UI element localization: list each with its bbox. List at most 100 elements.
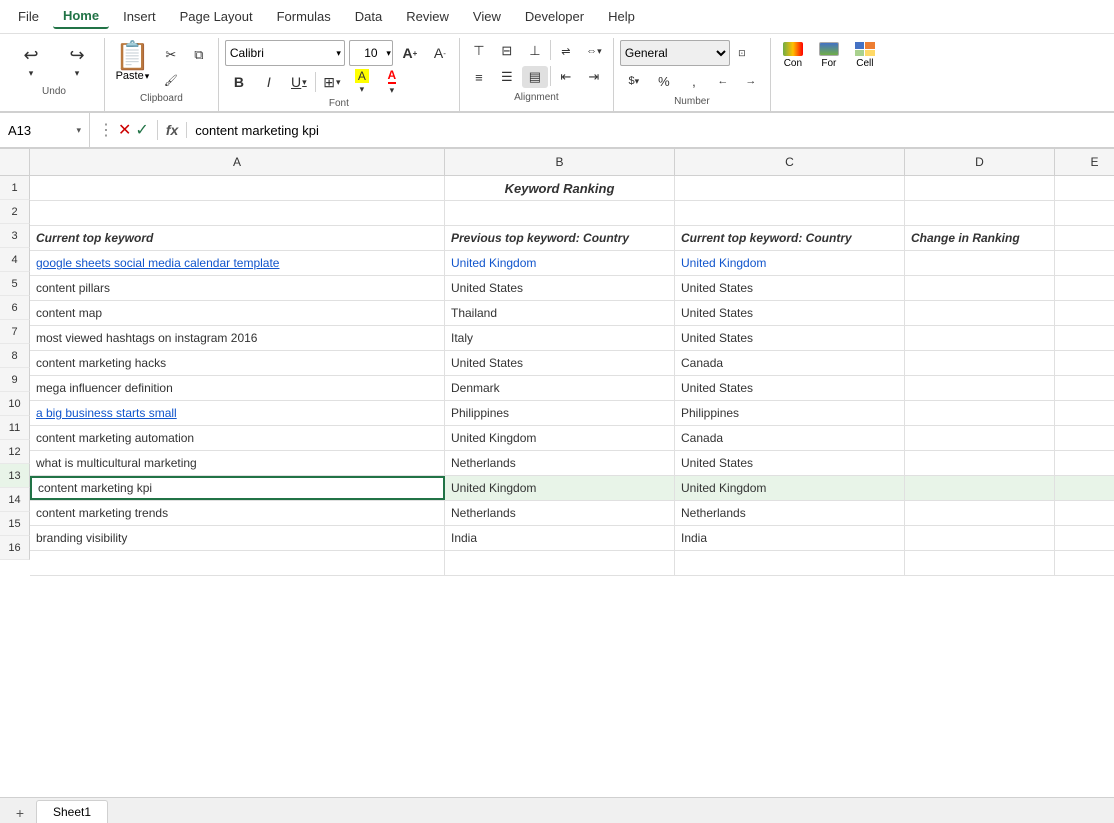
col-header-b[interactable]: B bbox=[445, 149, 675, 175]
align-middle-button[interactable]: ⊟ bbox=[494, 40, 520, 62]
row-header-9[interactable]: 9 bbox=[0, 368, 30, 392]
cell-b6[interactable]: Thailand bbox=[445, 301, 675, 325]
menu-developer[interactable]: Developer bbox=[515, 5, 594, 28]
cell-e7[interactable] bbox=[1055, 326, 1114, 350]
cell-c4[interactable]: United Kingdom bbox=[675, 251, 905, 275]
menu-review[interactable]: Review bbox=[396, 5, 459, 28]
cell-a16[interactable] bbox=[30, 551, 445, 575]
cell-d2[interactable] bbox=[905, 201, 1055, 225]
cell-c10[interactable]: Philippines bbox=[675, 401, 905, 425]
copy-button[interactable]: ⧉ bbox=[186, 44, 212, 66]
cell-e11[interactable] bbox=[1055, 426, 1114, 450]
font-name-dropdown-arrow[interactable]: ▾ bbox=[336, 48, 341, 59]
cell-a15[interactable]: branding visibility bbox=[30, 526, 445, 550]
cell-e1[interactable] bbox=[1055, 176, 1114, 200]
cell-c14[interactable]: Netherlands bbox=[675, 501, 905, 525]
fill-dropdown-arrow[interactable]: ▾ bbox=[360, 84, 365, 95]
formula-confirm-button[interactable]: ✓ bbox=[135, 120, 148, 140]
menu-help[interactable]: Help bbox=[598, 5, 645, 28]
cell-a10[interactable]: a big business starts small bbox=[30, 401, 445, 425]
cell-a8[interactable]: content marketing hacks bbox=[30, 351, 445, 375]
col-header-e[interactable]: E bbox=[1055, 149, 1114, 175]
cell-d9[interactable] bbox=[905, 376, 1055, 400]
cell-c16[interactable] bbox=[675, 551, 905, 575]
fill-color-button[interactable]: A ▾ bbox=[348, 70, 376, 94]
italic-button[interactable]: I bbox=[255, 70, 283, 94]
cell-a4[interactable]: google sheets social media calendar temp… bbox=[30, 251, 445, 275]
decrease-decimal-button[interactable]: ← bbox=[710, 70, 736, 92]
conditional-formatting-button[interactable]: Con bbox=[777, 40, 809, 71]
align-left-button[interactable]: ≡ bbox=[466, 66, 492, 88]
cell-e8[interactable] bbox=[1055, 351, 1114, 375]
accounting-button[interactable]: $ ▾ bbox=[620, 70, 648, 92]
cell-c15[interactable]: India bbox=[675, 526, 905, 550]
cell-e5[interactable] bbox=[1055, 276, 1114, 300]
border-button[interactable]: ⊞ ▾ bbox=[318, 70, 346, 94]
cell-a7[interactable]: most viewed hashtags on instagram 2016 bbox=[30, 326, 445, 350]
cell-c7[interactable]: United States bbox=[675, 326, 905, 350]
number-format-select[interactable]: General bbox=[620, 40, 730, 66]
cell-b9[interactable]: Denmark bbox=[445, 376, 675, 400]
cell-b8[interactable]: United States bbox=[445, 351, 675, 375]
cell-a3[interactable]: Current top keyword bbox=[30, 226, 445, 250]
cut-button[interactable]: ✂ bbox=[158, 44, 184, 66]
cell-b13[interactable]: United Kingdom bbox=[445, 476, 675, 500]
row-header-10[interactable]: 10 bbox=[0, 392, 30, 416]
cell-d12[interactable] bbox=[905, 451, 1055, 475]
cell-b16[interactable] bbox=[445, 551, 675, 575]
formula-cancel-button[interactable]: ✕ bbox=[118, 120, 131, 140]
redo-dropdown-arrow[interactable]: ▾ bbox=[75, 68, 80, 79]
cell-d1[interactable] bbox=[905, 176, 1055, 200]
menu-view[interactable]: View bbox=[463, 5, 511, 28]
col-header-c[interactable]: C bbox=[675, 149, 905, 175]
row-header-14[interactable]: 14 bbox=[0, 488, 30, 512]
cell-c13[interactable]: United Kingdom bbox=[675, 476, 905, 500]
cell-e14[interactable] bbox=[1055, 501, 1114, 525]
row-header-15[interactable]: 15 bbox=[0, 512, 30, 536]
cell-d5[interactable] bbox=[905, 276, 1055, 300]
cell-c12[interactable]: United States bbox=[675, 451, 905, 475]
comma-button[interactable]: , bbox=[680, 70, 708, 92]
menu-page-layout[interactable]: Page Layout bbox=[170, 5, 263, 28]
menu-home[interactable]: Home bbox=[53, 4, 109, 29]
menu-data[interactable]: Data bbox=[345, 5, 392, 28]
formula-fx-button[interactable]: fx bbox=[158, 122, 187, 138]
underline-button[interactable]: U ▾ bbox=[285, 70, 313, 94]
font-color-dropdown-arrow[interactable]: ▾ bbox=[390, 85, 395, 96]
row-header-16[interactable]: 16 bbox=[0, 536, 30, 560]
cell-b7[interactable]: Italy bbox=[445, 326, 675, 350]
row-header-5[interactable]: 5 bbox=[0, 272, 30, 296]
cell-d4[interactable] bbox=[905, 251, 1055, 275]
cell-d16[interactable] bbox=[905, 551, 1055, 575]
cell-e6[interactable] bbox=[1055, 301, 1114, 325]
cell-a14[interactable]: content marketing trends bbox=[30, 501, 445, 525]
cell-reference-box[interactable]: A13 ▾ bbox=[0, 113, 90, 147]
undo-dropdown-arrow[interactable]: ▾ bbox=[29, 68, 34, 79]
cell-b3[interactable]: Previous top keyword: Country bbox=[445, 226, 675, 250]
cell-c9[interactable]: United States bbox=[675, 376, 905, 400]
cell-e12[interactable] bbox=[1055, 451, 1114, 475]
cell-c3[interactable]: Current top keyword: Country bbox=[675, 226, 905, 250]
cell-a13[interactable]: content marketing kpi bbox=[30, 476, 445, 500]
cell-ref-dropdown-arrow[interactable]: ▾ bbox=[76, 125, 81, 136]
row-header-7[interactable]: 7 bbox=[0, 320, 30, 344]
row-header-12[interactable]: 12 bbox=[0, 440, 30, 464]
col-header-a[interactable]: A bbox=[30, 149, 445, 175]
row-header-6[interactable]: 6 bbox=[0, 296, 30, 320]
row-header-1[interactable]: 1 bbox=[0, 176, 30, 200]
cell-d13[interactable] bbox=[905, 476, 1055, 500]
align-right-button[interactable]: ▤ bbox=[522, 66, 548, 88]
cell-a6[interactable]: content map bbox=[30, 301, 445, 325]
cell-c1[interactable] bbox=[675, 176, 905, 200]
cell-d3[interactable]: Change in Ranking bbox=[905, 226, 1055, 250]
cell-b15[interactable]: India bbox=[445, 526, 675, 550]
align-center-button[interactable]: ☰ bbox=[494, 66, 520, 88]
cell-a2[interactable] bbox=[30, 201, 445, 225]
increase-indent-button[interactable]: ⇥ bbox=[581, 66, 607, 88]
cell-b14[interactable]: Netherlands bbox=[445, 501, 675, 525]
cell-c8[interactable]: Canada bbox=[675, 351, 905, 375]
cell-a1[interactable] bbox=[30, 176, 445, 200]
cell-a9[interactable]: mega influencer definition bbox=[30, 376, 445, 400]
decrease-indent-button[interactable]: ⇤ bbox=[553, 66, 579, 88]
formula-input[interactable] bbox=[187, 113, 1114, 147]
